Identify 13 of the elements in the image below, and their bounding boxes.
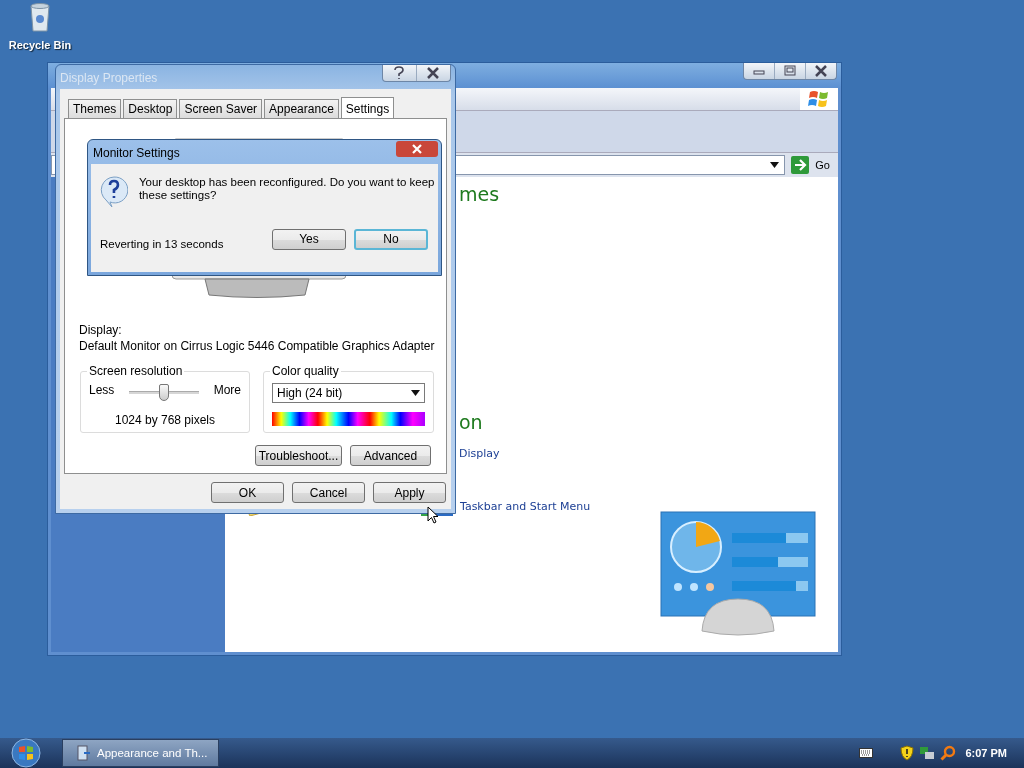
countdown-text: Reverting in 13 seconds	[100, 238, 225, 250]
slider-max-label: More	[213, 383, 241, 397]
group-title: Color quality	[270, 364, 341, 378]
window-title: Display Properties	[60, 71, 158, 85]
category-heading: on	[459, 411, 483, 433]
display-device: Default Monitor on Cirrus Logic 5446 Compatible Graphics Adapter	[79, 338, 436, 354]
dialog-title: Monitor Settings	[93, 146, 180, 160]
slider-min-label: Less	[89, 383, 115, 397]
category-heading: mes	[459, 183, 500, 205]
resolution-reading: 1024 by 768 pixels	[113, 413, 217, 427]
display-label: Display:	[79, 322, 123, 338]
group-title: Screen resolution	[87, 364, 185, 378]
dialog-message: Your desktop has been reconfigured. Do you want to keep these settings?	[138, 176, 436, 202]
